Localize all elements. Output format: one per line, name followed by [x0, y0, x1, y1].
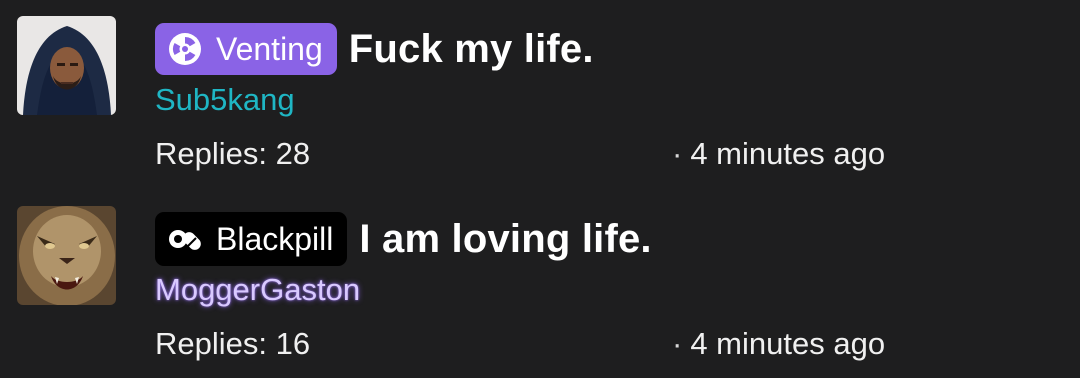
reply-count: Replies: 28 — [155, 136, 311, 171]
tag-label: Blackpill — [216, 220, 334, 257]
author-name[interactable]: Sub5kang — [155, 82, 295, 118]
separator-dot: · — [672, 326, 683, 361]
thread-title[interactable]: I am loving life. — [359, 217, 651, 262]
pills-icon — [167, 221, 203, 257]
time-ago: 4 minutes ago — [690, 326, 886, 361]
author-name[interactable]: MoggerGaston — [155, 272, 360, 308]
separator-dot: · — [672, 136, 683, 171]
thread-title[interactable]: Fuck my life. — [349, 27, 594, 72]
radiation-icon — [167, 31, 203, 67]
reply-count: Replies: 16 — [155, 326, 311, 361]
tag-label: Venting — [216, 30, 323, 67]
thread-list-item[interactable]: Venting Fuck my life. Sub5kang Replies: … — [0, 0, 1080, 188]
time-ago: 4 minutes ago — [690, 136, 886, 171]
thread-list-item[interactable]: Blackpill I am loving life. MoggerGaston… — [0, 190, 1080, 378]
tag-blackpill[interactable]: Blackpill — [155, 212, 348, 266]
user-avatar[interactable] — [17, 16, 116, 115]
post-time: · 4 minutes ago — [672, 136, 885, 172]
user-avatar[interactable] — [17, 206, 116, 305]
tag-venting[interactable]: Venting — [155, 23, 337, 75]
avatar-image — [17, 16, 116, 115]
post-time: · 4 minutes ago — [672, 326, 885, 362]
avatar-image — [17, 206, 116, 305]
